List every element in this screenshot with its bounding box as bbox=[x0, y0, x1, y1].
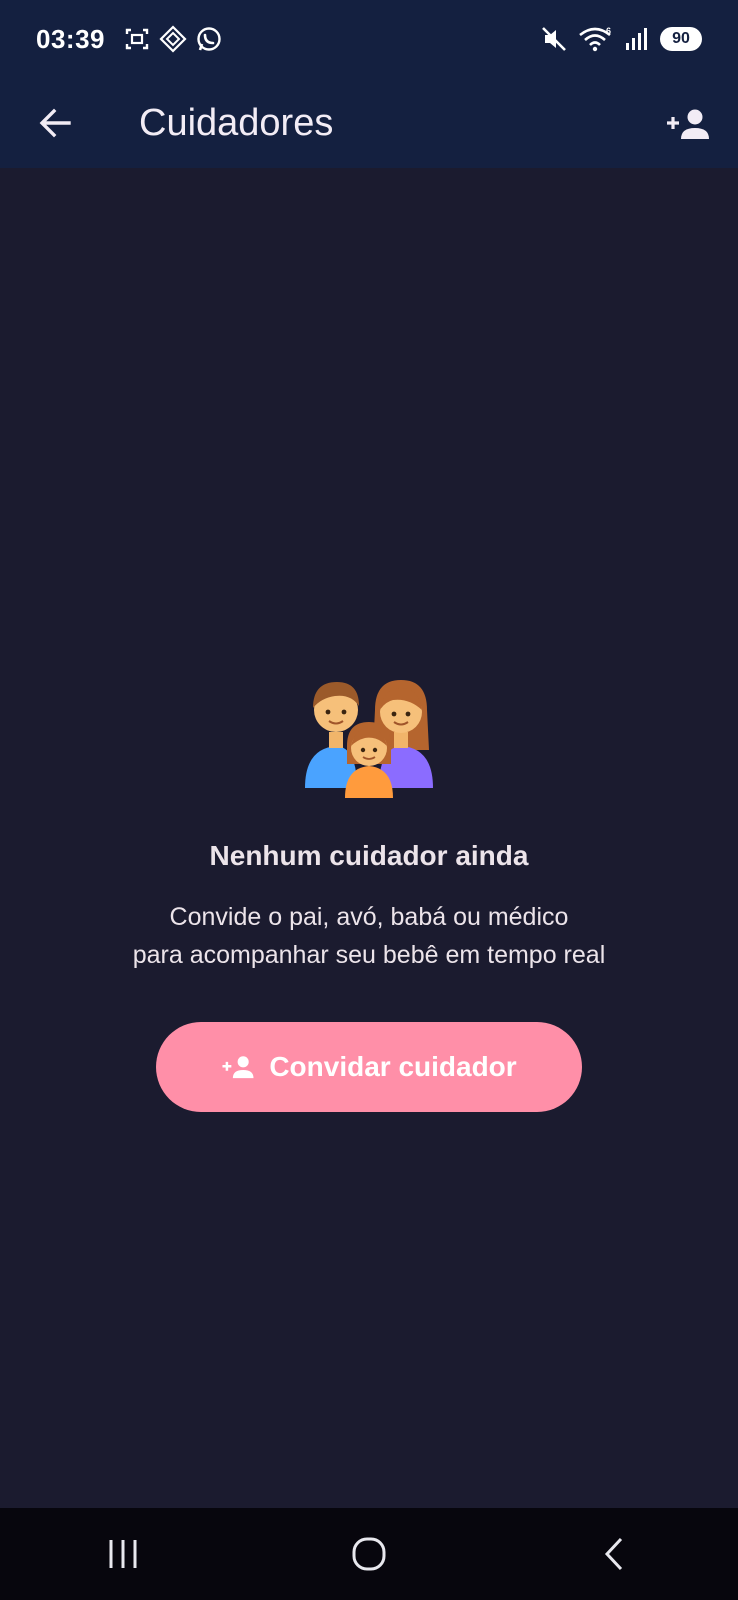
battery-level: 90 bbox=[672, 30, 690, 47]
battery-icon: 90 bbox=[660, 27, 702, 51]
home-icon bbox=[352, 1537, 386, 1571]
add-caregiver-button[interactable] bbox=[660, 96, 716, 152]
invite-caregiver-label: Convidar cuidador bbox=[269, 1051, 517, 1082]
empty-state-description-line2: para acompanhar seu bebê em tempo real bbox=[132, 941, 606, 969]
signal-icon bbox=[626, 28, 647, 50]
person-add-icon bbox=[667, 109, 709, 139]
system-nav-bar bbox=[0, 1508, 738, 1600]
page-title: Cuidadores bbox=[139, 101, 334, 144]
empty-state-description-line1: Convide o pai, avó, babá ou médico bbox=[169, 903, 569, 931]
app-bar: Cuidadores bbox=[0, 78, 738, 168]
screenshot-icon bbox=[125, 28, 149, 50]
app-notification-icon bbox=[159, 25, 187, 53]
mute-icon bbox=[542, 27, 566, 51]
empty-state: Nenhum cuidador ainda Convide o pai, avó… bbox=[0, 660, 738, 1112]
invite-caregiver-button[interactable]: Convidar cuidador bbox=[156, 1022, 582, 1112]
recents-button[interactable] bbox=[83, 1514, 163, 1594]
status-time: 03:39 bbox=[36, 23, 105, 54]
home-button[interactable] bbox=[329, 1514, 409, 1594]
arrow-back-icon bbox=[39, 108, 71, 138]
empty-state-description: Convide o pai, avó, babá ou médico para … bbox=[133, 898, 606, 974]
recents-icon bbox=[109, 1540, 137, 1568]
screen: 03:39 6 90 Cuidadores Nenhum cuidador ai… bbox=[0, 0, 738, 1600]
back-button[interactable] bbox=[30, 98, 80, 148]
svg-text:6: 6 bbox=[606, 26, 611, 36]
status-bar: 03:39 6 90 bbox=[0, 0, 738, 78]
family-icon bbox=[305, 680, 433, 798]
empty-state-title: Nenhum cuidador ainda bbox=[209, 840, 529, 871]
status-left: 03:39 bbox=[36, 24, 223, 55]
whatsapp-icon bbox=[197, 27, 221, 51]
person-add-icon bbox=[222, 1056, 254, 1079]
wifi-icon: 6 bbox=[579, 26, 611, 52]
status-right: 6 90 bbox=[540, 25, 702, 53]
back-icon bbox=[604, 1537, 623, 1571]
status-icons-left bbox=[123, 25, 223, 53]
nav-back-button[interactable] bbox=[575, 1514, 655, 1594]
